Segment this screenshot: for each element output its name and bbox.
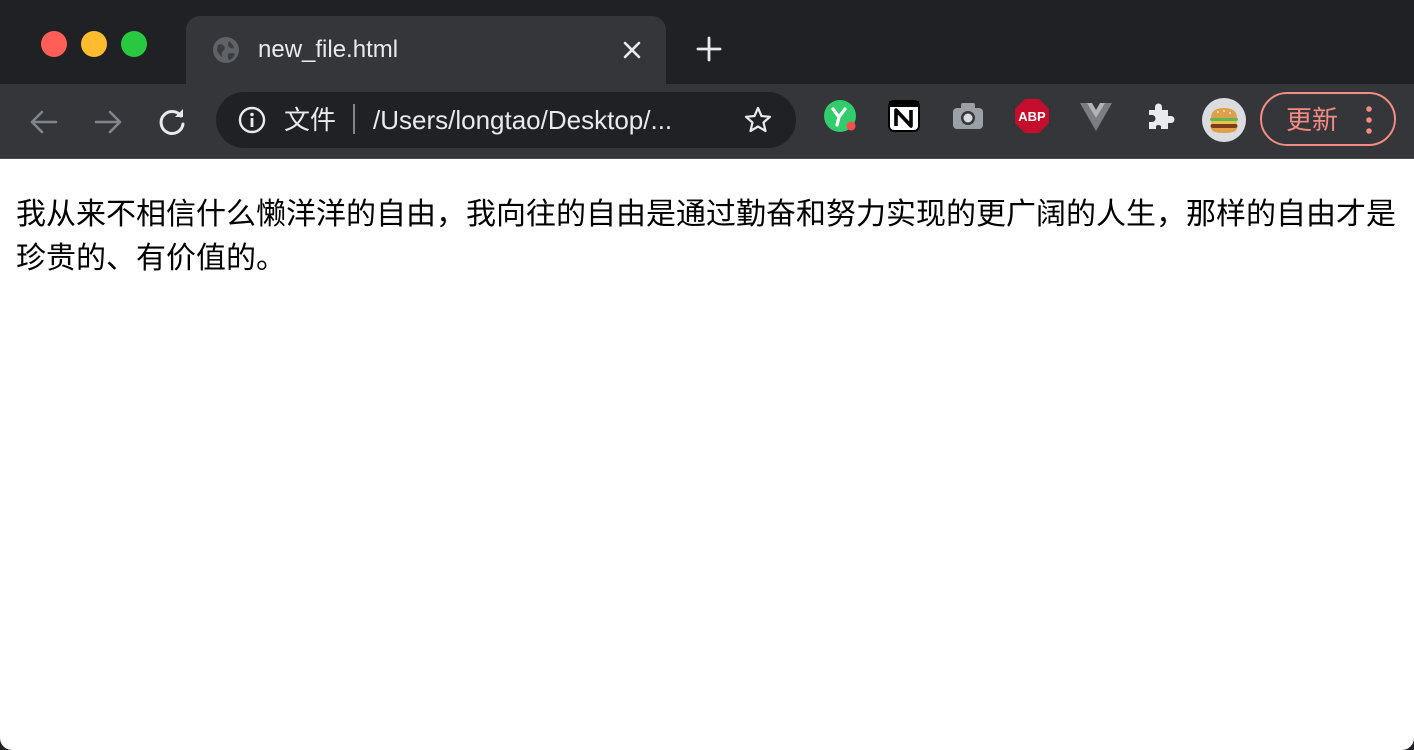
tab-strip: new_file.html [0,0,1414,84]
window-close-button[interactable] [41,31,67,57]
adblock-plus-extension-icon[interactable]: ABP [1014,98,1050,134]
yuque-extension-icon[interactable] [822,98,858,134]
toolbar: 文件 /Users/longtao/Desktop/... ABP 更新 [0,84,1414,159]
close-icon[interactable] [620,38,644,62]
vue-devtools-extension-icon[interactable] [1078,98,1114,134]
info-icon[interactable] [238,106,266,134]
update-button[interactable]: 更新 [1260,92,1396,146]
url-text[interactable]: /Users/longtao/Desktop/... [373,105,672,135]
address-bar[interactable]: 文件 /Users/longtao/Desktop/... [216,92,796,148]
more-vertical-icon[interactable] [1362,105,1376,135]
browser-window: new_file.html 文件 /Users/longtao/Desktop/… [0,0,1414,750]
abp-label: ABP [1018,109,1046,124]
camera-extension-icon[interactable] [950,98,986,134]
window-minimize-button[interactable] [81,31,107,57]
reload-icon[interactable] [154,104,190,140]
omnibox-divider [353,104,355,134]
tab-title: new_file.html [258,36,399,63]
forward-arrow-icon[interactable] [90,104,126,140]
burger-avatar-icon[interactable] [1201,97,1247,143]
page-paragraph: 我从来不相信什么懒洋洋的自由，我向往的自由是通过勤奋和努力实现的更广阔的人生，那… [16,197,1396,276]
window-maximize-button[interactable] [121,31,147,57]
page-content: 我从来不相信什么懒洋洋的自由，我向往的自由是通过勤奋和努力实现的更广阔的人生，那… [0,159,1414,750]
star-icon[interactable] [743,105,773,135]
globe-icon [213,37,239,63]
active-tab[interactable]: new_file.html [186,16,666,84]
notion-extension-icon[interactable] [886,98,922,134]
puzzle-extensions-icon[interactable] [1142,98,1178,134]
update-label: 更新 [1286,105,1339,135]
scheme-label: 文件 [284,105,337,135]
back-arrow-icon[interactable] [26,104,62,140]
new-tab-button[interactable] [694,34,724,64]
